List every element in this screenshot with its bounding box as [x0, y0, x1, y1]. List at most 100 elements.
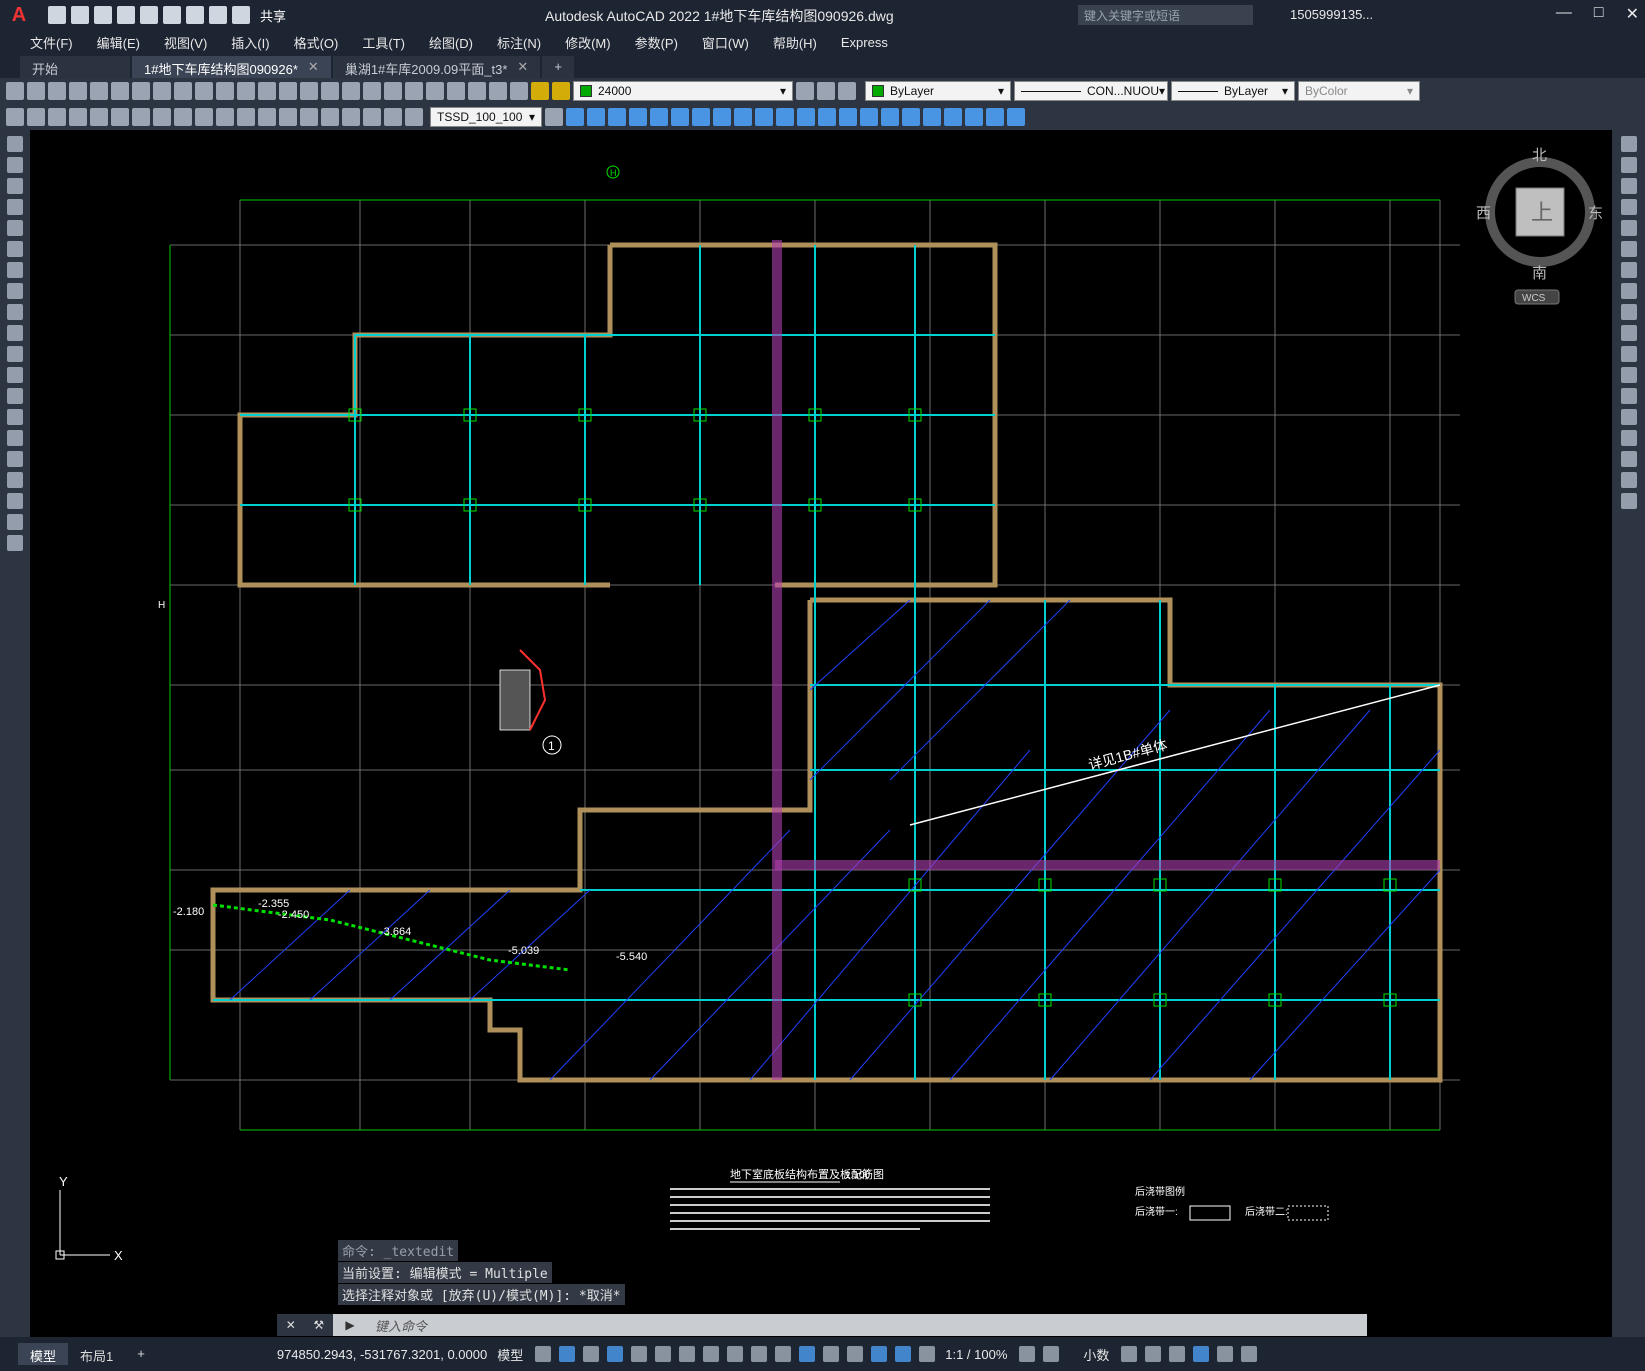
compass-east[interactable]: 东 [1588, 204, 1603, 222]
polygon-icon[interactable] [7, 199, 23, 215]
make-block-icon[interactable] [7, 388, 23, 404]
design-center-icon[interactable] [384, 82, 402, 100]
maximize-icon[interactable]: □ [1594, 4, 1604, 24]
calculator-icon[interactable] [468, 82, 486, 100]
inspection-icon[interactable] [321, 108, 339, 126]
graphics-performance-icon[interactable] [1193, 1346, 1210, 1362]
drawing-canvas[interactable]: 详见1B#单体 -2.180 -2.355 -2.450 -3.664 -5.0… [30, 130, 1612, 1337]
menu-parametric[interactable]: 参数(P) [623, 33, 690, 52]
layer-dropdown[interactable]: 24000 ▾ [573, 81, 793, 101]
torus-icon[interactable] [671, 108, 689, 126]
selection-cycling-icon[interactable] [775, 1346, 792, 1362]
continue-icon[interactable] [216, 108, 234, 126]
move-icon[interactable] [1620, 241, 1637, 257]
redo-icon[interactable] [232, 6, 250, 24]
rectangle-icon[interactable] [7, 220, 23, 236]
extrude-icon[interactable] [755, 108, 773, 126]
fillet-icon[interactable] [1620, 451, 1637, 467]
aligned-dimension-icon[interactable] [48, 108, 66, 126]
cut-icon[interactable] [153, 82, 171, 100]
gradient-icon[interactable] [7, 451, 23, 467]
dim-edit-icon[interactable] [363, 108, 381, 126]
hatch-icon[interactable] [7, 430, 23, 446]
polar-icon[interactable] [631, 1346, 648, 1362]
new-icon[interactable] [6, 82, 24, 100]
tool-palettes-icon[interactable] [405, 82, 423, 100]
line-icon[interactable] [7, 136, 23, 152]
close-icon[interactable]: ✕ [1626, 4, 1639, 24]
3d-rotate-icon[interactable] [965, 108, 983, 126]
polyline-icon[interactable] [7, 178, 23, 194]
viewcube-top[interactable]: 上 [1531, 201, 1553, 226]
zoom-previous-icon[interactable] [342, 82, 360, 100]
wedge-icon[interactable] [650, 108, 668, 126]
menu-tools[interactable]: 工具(T) [350, 33, 417, 52]
properties-icon[interactable] [363, 82, 381, 100]
layer-manager-icon[interactable] [510, 82, 528, 100]
add-selected-icon[interactable] [7, 535, 23, 551]
tolerance-icon[interactable] [279, 108, 297, 126]
save-icon[interactable] [48, 82, 66, 100]
erase-icon[interactable] [1620, 136, 1637, 152]
pan-icon[interactable] [279, 82, 297, 100]
plot-preview-icon[interactable] [90, 82, 108, 100]
menu-window[interactable]: 窗口(W) [690, 33, 761, 52]
tab-model[interactable]: 模型 [18, 1343, 69, 1365]
dim-space-icon[interactable] [237, 108, 255, 126]
offset-icon[interactable] [1620, 199, 1637, 215]
lineweight-dropdown[interactable]: ByLayer ▾ [1171, 81, 1295, 101]
save-icon[interactable] [94, 6, 112, 24]
radius-icon[interactable] [111, 108, 129, 126]
3d-align-icon[interactable] [986, 108, 1004, 126]
export-icon[interactable] [163, 6, 181, 24]
isodraft-icon[interactable] [655, 1346, 672, 1362]
dim-text-edit-icon[interactable] [384, 108, 402, 126]
new-tab-button[interactable]: + [542, 56, 574, 78]
revolve-icon[interactable] [818, 108, 836, 126]
dim-break-icon[interactable] [258, 108, 276, 126]
command-prompt-icon[interactable]: ▶ [333, 1314, 367, 1336]
ordinate-icon[interactable] [90, 108, 108, 126]
tab-start[interactable]: 开始 [20, 56, 130, 78]
trim-icon[interactable] [1620, 325, 1637, 341]
menu-dimension[interactable]: 标注(N) [485, 33, 553, 52]
make-current-layer-icon[interactable] [796, 82, 814, 100]
add-layout-button[interactable]: + [125, 1343, 157, 1365]
menu-view[interactable]: 视图(V) [152, 33, 219, 52]
cone-icon[interactable] [629, 108, 647, 126]
close-tab-icon[interactable]: ✕ [308, 59, 319, 78]
lineweight-icon[interactable] [727, 1346, 744, 1362]
baseline-icon[interactable] [195, 108, 213, 126]
redo-icon[interactable] [258, 82, 276, 100]
layer-state-icon[interactable] [838, 82, 856, 100]
3d-array-icon[interactable] [1007, 108, 1025, 126]
mirror-icon[interactable] [1620, 178, 1637, 194]
share-button[interactable]: 共享 [260, 6, 286, 25]
break-icon[interactable] [1620, 388, 1637, 404]
3d-osnap-icon[interactable] [799, 1346, 816, 1362]
compass-south[interactable]: 南 [1532, 264, 1547, 282]
model-space-button[interactable]: 模型 [497, 1345, 523, 1364]
dimstyle-dropdown[interactable]: TSSD_100_100 ▾ [430, 107, 542, 127]
linear-dimension-icon[interactable] [27, 108, 45, 126]
arc-length-icon[interactable] [69, 108, 87, 126]
dim-style-icon[interactable] [545, 108, 563, 126]
presspull-icon[interactable] [776, 108, 794, 126]
extend-icon[interactable] [1620, 346, 1637, 362]
undo-icon[interactable] [209, 6, 227, 24]
sheet-set-icon[interactable] [426, 82, 444, 100]
infer-constraints-icon[interactable] [583, 1346, 600, 1362]
publish-icon[interactable] [111, 82, 129, 100]
wrench-icon[interactable]: ⚒ [313, 1318, 324, 1332]
clean-screen-icon[interactable] [1217, 1346, 1234, 1362]
region-icon[interactable] [7, 472, 23, 488]
jogged-icon[interactable] [132, 108, 150, 126]
zoom-realtime-icon[interactable] [300, 82, 318, 100]
open-icon[interactable] [27, 82, 45, 100]
helix-icon[interactable] [713, 108, 731, 126]
color-dropdown[interactable]: ByLayer ▾ [865, 81, 1011, 101]
stretch-icon[interactable] [1620, 304, 1637, 320]
layer-previous-icon[interactable] [817, 82, 835, 100]
selection-filter-icon[interactable] [847, 1346, 864, 1362]
diameter-icon[interactable] [153, 108, 171, 126]
